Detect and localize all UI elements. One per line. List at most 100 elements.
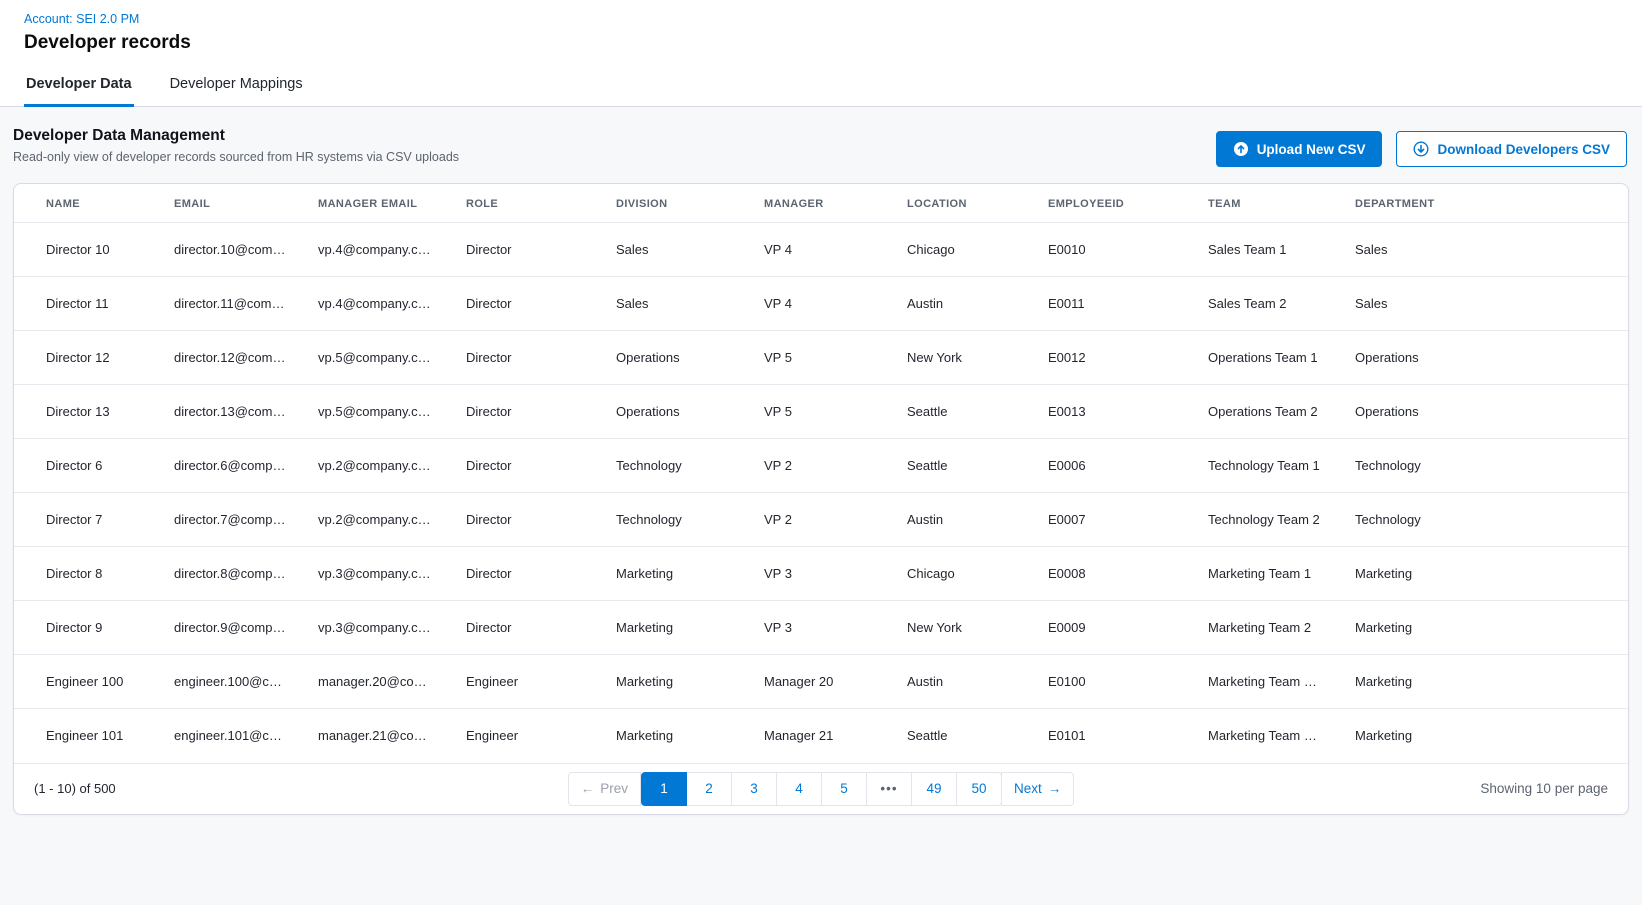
page-button-1[interactable]: 1: [641, 772, 687, 806]
table-cell: VP 5: [748, 385, 891, 439]
table-cell: Marketing Team 2 Su...: [1192, 655, 1339, 709]
table-cell: Austin: [891, 493, 1032, 547]
table-cell: Manager 21: [748, 709, 891, 763]
table-cell: engineer.100@comp...: [158, 655, 302, 709]
table-cell: Engineer: [450, 709, 600, 763]
table-cell: Director 10: [14, 223, 158, 277]
table-cell: Technology: [600, 439, 748, 493]
table-cell: Marketing: [600, 709, 748, 763]
table-cell: Engineer 100: [14, 655, 158, 709]
table-cell: vp.3@company.com: [302, 601, 450, 655]
content-area: Developer Data Management Read-only view…: [0, 107, 1642, 905]
section-title: Developer Data Management: [13, 127, 459, 145]
table-cell: director.12@compan...: [158, 331, 302, 385]
table-cell: Technology: [600, 493, 748, 547]
developer-data-table: NAMEEMAILMANAGER EMAILROLEDIVISIONMANAGE…: [14, 184, 1628, 763]
column-header: DIVISION: [600, 184, 748, 223]
table-cell: Director 12: [14, 331, 158, 385]
table-cell: Director: [450, 385, 600, 439]
table-cell: Director 13: [14, 385, 158, 439]
table-header-row: NAMEEMAILMANAGER EMAILROLEDIVISIONMANAGE…: [14, 184, 1628, 223]
column-header: NAME: [14, 184, 158, 223]
page-button-50[interactable]: 50: [956, 772, 1002, 806]
account-breadcrumb-link[interactable]: Account: SEI 2.0 PM: [24, 12, 139, 26]
table-cell: Marketing: [1339, 601, 1628, 655]
table-row: Director 7director.7@company....vp.2@com…: [14, 493, 1628, 547]
table-cell: Director: [450, 223, 600, 277]
developer-data-table-card: NAMEEMAILMANAGER EMAILROLEDIVISIONMANAGE…: [13, 183, 1629, 815]
tab-developer-mappings[interactable]: Developer Mappings: [168, 62, 305, 107]
table-cell: director.13@compan...: [158, 385, 302, 439]
page-button-3[interactable]: 3: [731, 772, 777, 806]
pagination: ← Prev 12345•••4950 Next →: [568, 772, 1075, 806]
table-cell: Operations Team 2: [1192, 385, 1339, 439]
tab-developer-data[interactable]: Developer Data: [24, 62, 134, 107]
column-header: EMAIL: [158, 184, 302, 223]
table-cell: Operations: [600, 385, 748, 439]
page-button-2[interactable]: 2: [686, 772, 732, 806]
table-cell: Marketing: [1339, 655, 1628, 709]
prev-page-button[interactable]: ← Prev: [568, 772, 641, 806]
table-cell: Technology Team 2: [1192, 493, 1339, 547]
table-cell: Director 9: [14, 601, 158, 655]
table-row: Director 11director.11@compan...vp.4@com…: [14, 277, 1628, 331]
table-cell: Director: [450, 277, 600, 331]
table-cell: Sales Team 2: [1192, 277, 1339, 331]
table-row: Engineer 100engineer.100@comp...manager.…: [14, 655, 1628, 709]
table-row: Director 12director.12@compan...vp.5@com…: [14, 331, 1628, 385]
page-button-5[interactable]: 5: [821, 772, 867, 806]
table-cell: Sales: [1339, 223, 1628, 277]
table-cell: E0012: [1032, 331, 1192, 385]
column-header: ROLE: [450, 184, 600, 223]
table-cell: Marketing: [600, 547, 748, 601]
table-cell: Operations: [1339, 331, 1628, 385]
table-cell: vp.2@company.com: [302, 493, 450, 547]
table-cell: director.9@company....: [158, 601, 302, 655]
table-cell: Engineer 101: [14, 709, 158, 763]
download-developers-csv-button[interactable]: Download Developers CSV: [1396, 131, 1627, 167]
table-cell: Sales: [1339, 277, 1628, 331]
table-cell: E0008: [1032, 547, 1192, 601]
table-cell: Manager 20: [748, 655, 891, 709]
table-body: Director 10director.10@compan...vp.4@com…: [14, 223, 1628, 763]
table-cell: E0011: [1032, 277, 1192, 331]
per-page-text: Showing 10 per page: [1074, 781, 1608, 796]
upload-button-label: Upload New CSV: [1257, 142, 1366, 157]
upload-new-csv-button[interactable]: Upload New CSV: [1216, 131, 1383, 167]
table-cell: Marketing: [1339, 709, 1628, 763]
section-subtitle: Read-only view of developer records sour…: [13, 150, 459, 164]
table-cell: Sales Team 1: [1192, 223, 1339, 277]
table-cell: Marketing: [600, 601, 748, 655]
page: Account: SEI 2.0 PM Developer records De…: [0, 0, 1642, 905]
table-cell: VP 4: [748, 223, 891, 277]
page-button-4[interactable]: 4: [776, 772, 822, 806]
table-cell: VP 4: [748, 277, 891, 331]
column-header: MANAGER EMAIL: [302, 184, 450, 223]
table-cell: VP 3: [748, 547, 891, 601]
table-cell: Sales: [600, 223, 748, 277]
table-cell: VP 3: [748, 601, 891, 655]
table-cell: Director 11: [14, 277, 158, 331]
table-cell: Operations Team 1: [1192, 331, 1339, 385]
table-cell: Marketing Team 2 Su...: [1192, 709, 1339, 763]
table-cell: Operations: [1339, 385, 1628, 439]
table-cell: vp.5@company.com: [302, 331, 450, 385]
prev-button-label: Prev: [600, 781, 628, 796]
table-cell: Director: [450, 439, 600, 493]
table-cell: E0100: [1032, 655, 1192, 709]
table-cell: Engineer: [450, 655, 600, 709]
table-cell: New York: [891, 601, 1032, 655]
column-header: TEAM: [1192, 184, 1339, 223]
table-cell: manager.21@compa...: [302, 709, 450, 763]
column-header: DEPARTMENT: [1339, 184, 1628, 223]
next-page-button[interactable]: Next →: [1001, 772, 1074, 806]
table-cell: director.11@compan...: [158, 277, 302, 331]
page-button-49[interactable]: 49: [911, 772, 957, 806]
table-row: Director 8director.8@company....vp.3@com…: [14, 547, 1628, 601]
table-footer: (1 - 10) of 500 ← Prev 12345•••4950 Next…: [14, 763, 1628, 814]
table-cell: VP 5: [748, 331, 891, 385]
table-cell: Austin: [891, 655, 1032, 709]
table-cell: Seattle: [891, 709, 1032, 763]
upload-icon: [1233, 141, 1249, 157]
table-cell: Austin: [891, 277, 1032, 331]
